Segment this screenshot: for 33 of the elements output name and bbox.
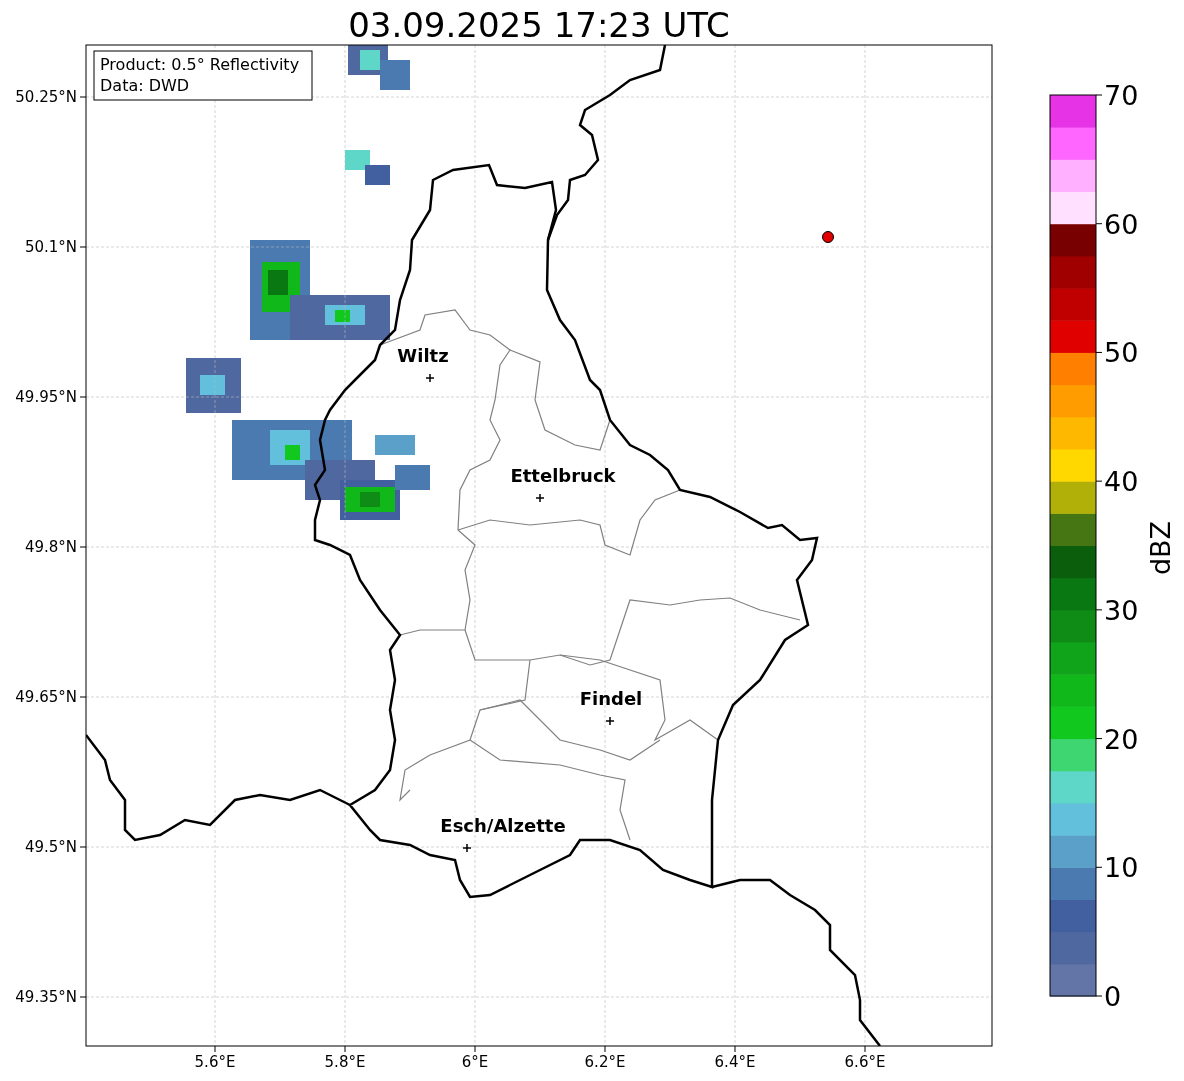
city-label: Ettelbruck [510, 465, 616, 486]
colorbar-tick-label: 10 [1104, 852, 1139, 884]
colorbar-label: dBZ [1145, 520, 1176, 576]
city-label: Esch/Alzette [440, 815, 566, 836]
colorbar-tick-label: 60 [1104, 208, 1139, 240]
city-label: Wiltz [397, 345, 449, 366]
city-label: Findel [579, 688, 643, 709]
longitude-tick-label: 5.6°E [194, 1053, 236, 1071]
latitude-tick-label: 49.5°N [24, 838, 77, 856]
colorbar-tick-label: 40 [1104, 466, 1139, 498]
longitude-tick-label: 5.8°E [324, 1053, 366, 1071]
latitude-tick-label: 49.8°N [24, 538, 77, 556]
longitude-tick-label: 6.4°E [714, 1053, 756, 1071]
colorbar-tick-label: 70 [1104, 80, 1139, 111]
longitude-tick-label: 6.2°E [584, 1053, 626, 1071]
city-marker-icon [535, 493, 545, 503]
colorbar-tick-label: 0 [1104, 981, 1122, 1012]
longitude-tick-label: 6°E [461, 1053, 489, 1071]
longitude-tick-label: 6.6°E [844, 1053, 886, 1071]
latitude-tick-label: 49.65°N [15, 688, 77, 706]
city-marker-icon [605, 716, 615, 726]
city-marker-icon [425, 373, 435, 383]
colorbar-tick-label: 30 [1104, 594, 1139, 626]
latitude-tick-label: 49.95°N [15, 388, 77, 406]
info-box: Product: 0.5° Reflectivity Data: DWD [93, 50, 313, 101]
city-marker-icon [462, 843, 472, 853]
colorbar-tick-label: 20 [1104, 723, 1139, 755]
radar-site-marker [822, 231, 834, 243]
latitude-tick-label: 49.35°N [15, 988, 77, 1006]
latitude-tick-label: 50.1°N [24, 238, 77, 256]
map-title: 03.09.2025 17:23 UTC [348, 5, 730, 45]
colorbar-tick-label: 50 [1104, 337, 1139, 369]
latitude-tick-label: 50.25°N [15, 88, 77, 106]
